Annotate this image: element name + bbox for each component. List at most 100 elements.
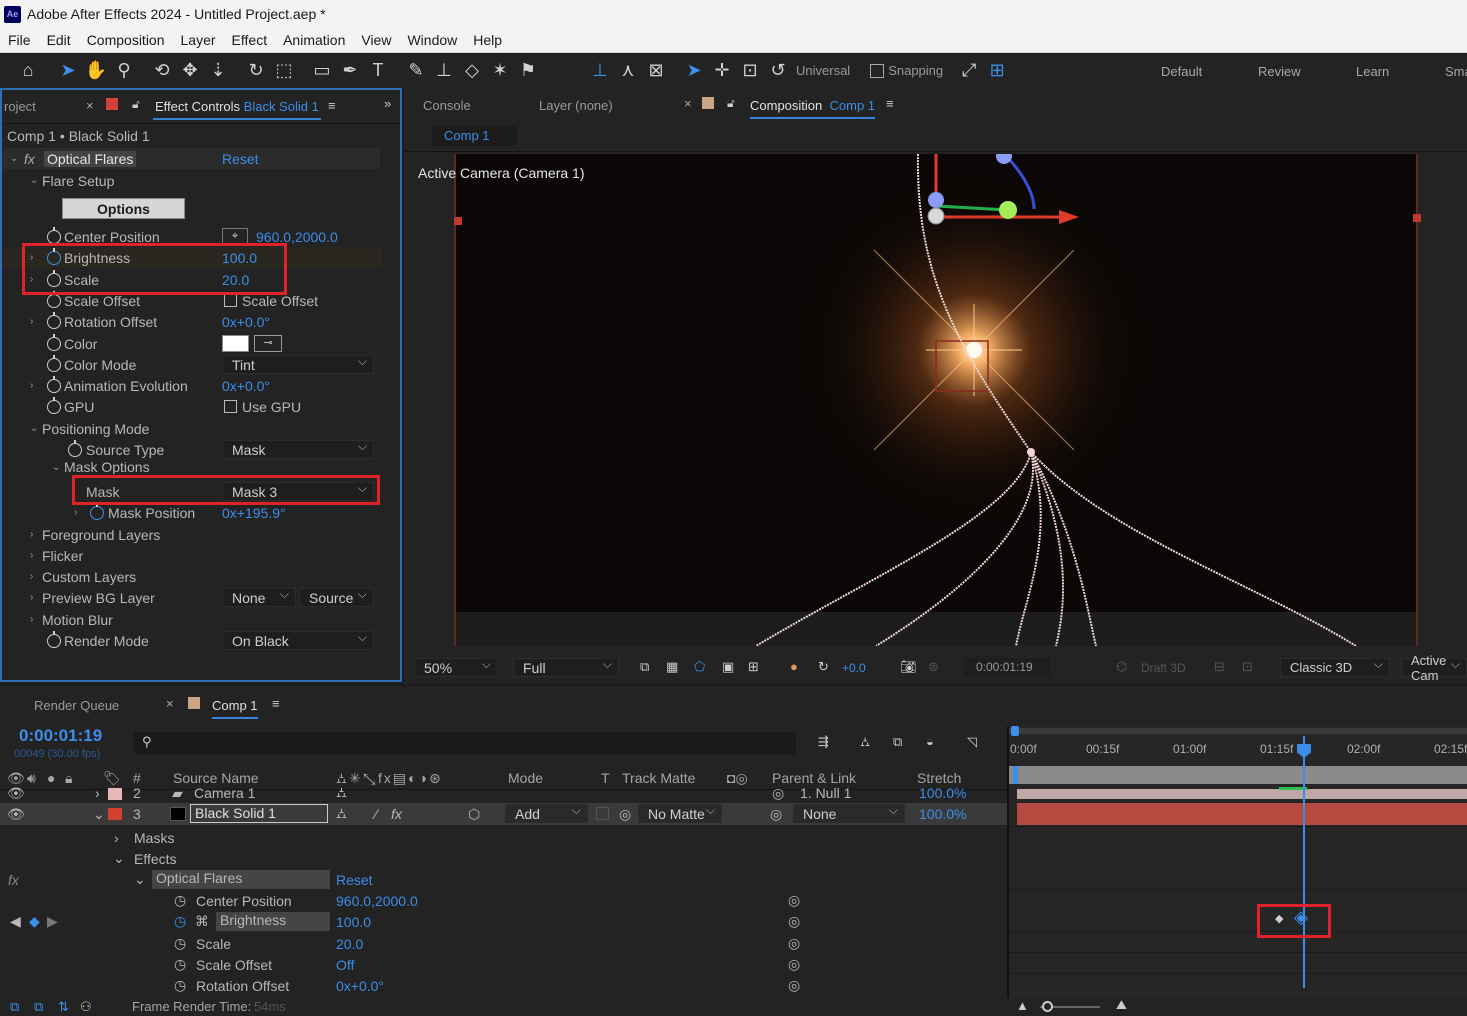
draft-3d-label[interactable]: Draft 3D [1141, 661, 1186, 675]
layer-name[interactable]: Camera 1 [194, 786, 255, 800]
brightness-value[interactable]: 100.0 [222, 250, 257, 266]
stopwatch-icon[interactable] [47, 269, 61, 287]
camera-layer-bar[interactable] [1017, 789, 1467, 799]
comp-mini-icon[interactable]: ⧉ [10, 999, 19, 1015]
stopwatch-icon[interactable] [47, 226, 61, 244]
workspace-default[interactable]: Default [1161, 64, 1202, 79]
custom-layers-group[interactable]: Custom Layers [42, 569, 136, 585]
render-time-icon[interactable]: ⚇ [80, 999, 92, 1015]
pan-behind-icon[interactable]: ⬚ [270, 57, 298, 85]
world-axis-icon[interactable]: ⋏ [614, 57, 642, 85]
eraser-tool-icon[interactable]: ◇ [458, 57, 486, 85]
use-gpu-checkbox[interactable] [224, 400, 237, 413]
work-area-start-handle[interactable] [1011, 726, 1019, 736]
rotation-offset-value[interactable]: 0x+0.0° [336, 978, 384, 994]
effect-name[interactable]: Optical Flares [44, 150, 137, 167]
expand-caret-icon[interactable]: › [30, 529, 33, 540]
menu-layer[interactable]: Layer [173, 32, 224, 48]
snap-option-icon[interactable]: ⤢ [955, 57, 983, 85]
effects-group[interactable]: Effects [134, 851, 177, 867]
visibility-icon[interactable]: 👁︎ [7, 806, 25, 823]
flicker-group[interactable]: Flicker [42, 548, 83, 564]
center-position-value[interactable]: 960.0,2000.0 [336, 893, 418, 909]
brightness-value[interactable]: 100.0 [336, 914, 371, 930]
dolly-camera-icon[interactable]: ⇣ [204, 57, 232, 85]
expand-caret-icon[interactable]: › [30, 614, 33, 625]
rotation-offset-value[interactable]: 0x+0.0° [222, 314, 270, 330]
fast-preview-icon[interactable]: ⧉ [640, 659, 649, 675]
frame-blending-icon[interactable]: ◒ [926, 734, 934, 749]
crosshair-icon[interactable]: ⌖ [222, 228, 248, 245]
stopwatch-icon[interactable] [47, 311, 61, 329]
source-name-header[interactable]: Source Name [173, 770, 259, 786]
graph-icon[interactable]: ⌘ [195, 913, 209, 930]
layer-search-input[interactable]: ⚲ [134, 732, 796, 754]
work-area-bar[interactable] [1009, 728, 1467, 734]
render-mode-dropdown[interactable]: On Black [222, 630, 374, 650]
options-button[interactable]: Options [62, 198, 185, 219]
preview-bg-source-dropdown[interactable]: Source [299, 587, 374, 607]
reset-link[interactable]: Reset [222, 151, 259, 167]
visibility-icon[interactable]: 👁︎ [7, 786, 25, 800]
pan-camera-icon[interactable]: ✥ [176, 57, 204, 85]
collapse-caret-icon[interactable]: ⌄ [30, 175, 38, 186]
extended-viewer-icon[interactable]: ⊟ [1214, 659, 1225, 675]
tab-layer[interactable]: Layer (none) [539, 98, 613, 113]
stopwatch-active-icon[interactable] [90, 502, 104, 520]
grid-guides-icon[interactable]: ⊞ [748, 659, 759, 675]
layer-row[interactable]: 👁︎ ⌄ 3 Black Solid 1 ⛼ ∕ fx ⬡ Add ◎ No M… [0, 803, 1007, 825]
parent-dropdown[interactable]: 1. Null 1 [800, 786, 851, 800]
preserve-transparency-checkbox[interactable] [596, 807, 609, 820]
tab-project[interactable]: roject [2, 90, 46, 124]
comp-subtab[interactable]: Comp 1 [432, 126, 517, 146]
close-tab-icon[interactable]: × [166, 696, 174, 711]
reset-link[interactable]: Reset [336, 872, 373, 888]
close-tab-icon[interactable]: × [684, 96, 692, 111]
zoom-tool-icon[interactable]: ⚲ [110, 57, 138, 85]
zoom-in-icon[interactable]: ⛰ [1116, 997, 1127, 1013]
stopwatch-icon[interactable] [47, 630, 61, 648]
color-mode-dropdown[interactable]: Tint [222, 354, 374, 374]
layer-switches-icon[interactable]: ⧉ [34, 999, 43, 1015]
brush-tool-icon[interactable]: ✎ [402, 57, 430, 85]
collapse-caret-icon[interactable]: ⌄ [93, 806, 105, 823]
tab-comp-name[interactable]: Comp 1 [830, 98, 876, 113]
show-snapshot-icon[interactable]: ⊚ [928, 659, 939, 675]
axis-mode-label[interactable]: Universal [792, 63, 854, 78]
3d-ground-plane-icon[interactable]: ⊡ [1242, 659, 1253, 675]
rotation-tool-icon[interactable]: ↺ [764, 57, 792, 85]
layer-name[interactable]: Black Solid 1 [190, 804, 328, 823]
black-solid-layer-bar[interactable] [1017, 803, 1467, 825]
pickwhip-icon[interactable]: ◎ [770, 806, 782, 823]
hand-tool-icon[interactable]: ✋ [82, 57, 110, 85]
view-dropdown[interactable]: Active Cam [1401, 653, 1467, 683]
mask-dropdown[interactable]: Mask 3 [222, 481, 374, 501]
stopwatch-icon[interactable] [47, 333, 61, 351]
fx-icon[interactable]: fx [8, 872, 19, 888]
mask-position-value[interactable]: 0x+195.9° [222, 505, 286, 521]
expand-caret-icon[interactable]: › [114, 830, 119, 846]
collapse-caret-icon[interactable]: ⌄ [113, 850, 125, 867]
expand-caret-icon[interactable]: › [30, 316, 33, 327]
scale-tool-icon[interactable]: ⊡ [736, 57, 764, 85]
collapse-caret-icon[interactable]: ⌄ [134, 871, 146, 888]
snapping-checkbox[interactable] [870, 63, 885, 78]
color-swatch[interactable] [222, 335, 249, 352]
stopwatch-icon[interactable] [47, 396, 61, 414]
move-tool-icon[interactable]: ➤ [680, 57, 708, 85]
handle-icon[interactable] [454, 217, 462, 225]
stopwatch-active-icon[interactable] [47, 247, 61, 265]
zoom-out-icon[interactable]: ▲ [1016, 998, 1029, 1013]
collapse-caret-icon[interactable]: ⌄ [30, 423, 38, 434]
3d-layer-switch-icon[interactable]: ⬡ [468, 806, 480, 823]
fx-switch-icon[interactable]: fx [391, 806, 402, 822]
draft-3d-icon[interactable]: ⌬ [1116, 659, 1127, 675]
expand-caret-icon[interactable]: › [30, 252, 33, 263]
comp-flowchart-icon[interactable]: ⇶ [818, 734, 829, 750]
quality-switch-icon[interactable]: ∕ [375, 806, 377, 822]
center-position-value[interactable]: 960.0,2000.0 [256, 229, 338, 245]
reset-exposure-icon[interactable]: ↻ [818, 659, 829, 675]
lock-icon[interactable]: 🔓︎ [132, 97, 140, 112]
menu-file[interactable]: File [0, 32, 39, 48]
zoom-dropdown[interactable]: 50% [414, 657, 498, 677]
